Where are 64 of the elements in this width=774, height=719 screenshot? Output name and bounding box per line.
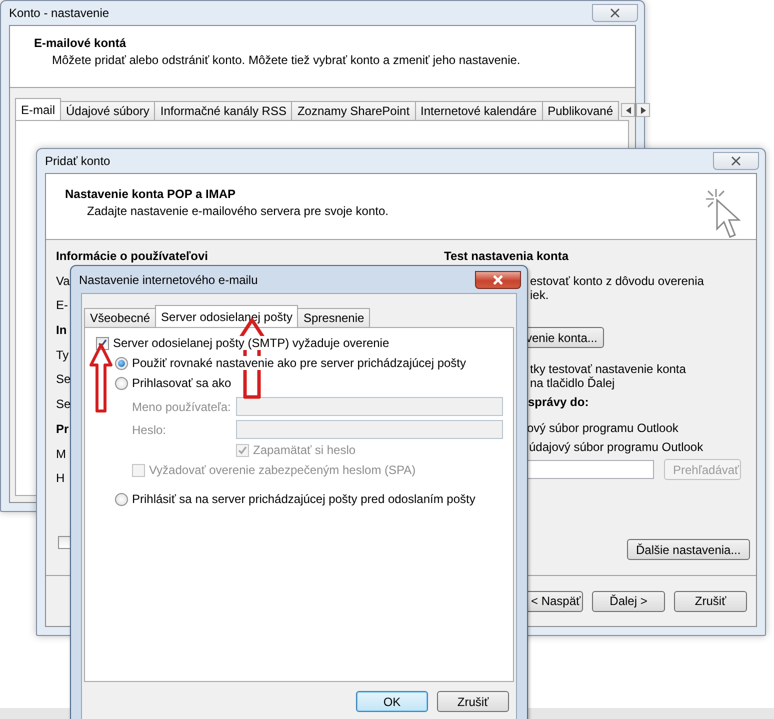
window-title: Pridať konto: [45, 154, 110, 168]
checkbox-label: Server odosielanej pošty (SMTP) vyžaduje overenie: [113, 336, 390, 350]
field-label: E-: [56, 298, 68, 314]
tab[interactable]: Internetové kalendáre: [414, 101, 543, 120]
close-icon: [609, 8, 621, 18]
field-label: Ty: [56, 348, 69, 364]
close-icon: [730, 156, 742, 166]
scroll-left-button[interactable]: [621, 103, 636, 117]
dialog-button[interactable]: Ďalej >: [592, 590, 665, 612]
section-heading: E-mailové kontá: [34, 36, 128, 50]
scroll-right-button[interactable]: [636, 103, 650, 117]
up-arrow: [89, 343, 113, 413]
tab[interactable]: Všeobecné: [84, 308, 156, 327]
field-label: Meno používateľa:: [131, 400, 232, 414]
description-text: na tlačidlo Ďalej: [530, 376, 615, 390]
window-title: Nastavenie internetového e-mailu: [79, 272, 258, 286]
close-button[interactable]: [713, 152, 759, 170]
input-field[interactable]: [236, 397, 503, 416]
close-icon: [492, 274, 504, 284]
radio-button[interactable]: [115, 356, 128, 370]
input-field[interactable]: [236, 420, 503, 439]
checkbox-label: Zapamätať si heslo: [253, 443, 356, 457]
radio-label: Použiť rovnaké nastavenie ako pre server prichádzajúcej pošty: [132, 356, 466, 370]
field-label: H: [56, 471, 65, 488]
field-label: Va: [56, 274, 70, 290]
checkbox-label: Vyžadovať overenie zabezpečeným heslom (SPA): [149, 463, 416, 477]
description-text: iek.: [530, 288, 549, 302]
section-heading: Informácie o používateľovi: [56, 249, 208, 265]
right-triangle-icon: [640, 106, 646, 114]
tab[interactable]: Publikované: [542, 101, 620, 120]
close-button[interactable]: [592, 4, 638, 22]
radio-button[interactable]: [115, 376, 128, 390]
tab[interactable]: Údajové súbory: [60, 101, 156, 120]
section-description: Môžete pridať alebo odstrániť konto. Môžete tiež vybrať konto a zmeniť jeho nastavenie.: [51, 53, 520, 67]
more-settings-button[interactable]: Ďalšie nastavenia...: [627, 539, 750, 560]
checkbox[interactable]: [58, 536, 71, 549]
tab[interactable]: E-mail: [15, 98, 62, 120]
tab[interactable]: Informačné kanály RSS: [154, 101, 292, 120]
description-text: tky testovať nastavenie konta: [530, 362, 686, 376]
window-title: Konto - nastavenie: [9, 6, 110, 20]
section-description: Zadajte nastavenie e-mailového servera pre svoje konto.: [86, 204, 388, 218]
section-heading: Nastavenie konta POP a IMAP: [65, 187, 237, 201]
tab[interactable]: Spresnenie: [297, 308, 370, 327]
dialog-button[interactable]: Zrušiť: [437, 691, 509, 712]
radio-label: Prihlasovať sa ako: [132, 376, 232, 390]
field-label: Se: [56, 372, 71, 388]
section-heading: Pr: [56, 422, 69, 438]
section-heading: In: [56, 323, 67, 340]
description-text: estovať konto z dôvodu overenia: [530, 274, 704, 288]
field-label: M: [56, 446, 66, 462]
option-label[interactable]: ový súbor programu Outlook: [527, 421, 678, 435]
dialog-button[interactable]: Zrušiť: [674, 590, 747, 612]
radio-label: Prihlásiť sa na server prichádzajúcej pošty pred odoslaním pošty: [132, 492, 476, 506]
dialog-button[interactable]: OK: [356, 691, 428, 712]
close-button[interactable]: [475, 270, 521, 288]
radio-button[interactable]: [115, 492, 128, 506]
section-heading: Test nastavenia konta: [444, 249, 568, 263]
option-label[interactable]: údajový súbor programu Outlook: [529, 440, 704, 454]
tab[interactable]: Zoznamy SharePoint: [291, 101, 416, 120]
field-label: Se: [56, 397, 71, 414]
field-label: Heslo:: [131, 422, 168, 436]
tab[interactable]: Server odosielanej pošty: [155, 305, 298, 327]
section-heading: správy do:: [528, 395, 589, 409]
left-triangle-icon: [626, 106, 631, 114]
